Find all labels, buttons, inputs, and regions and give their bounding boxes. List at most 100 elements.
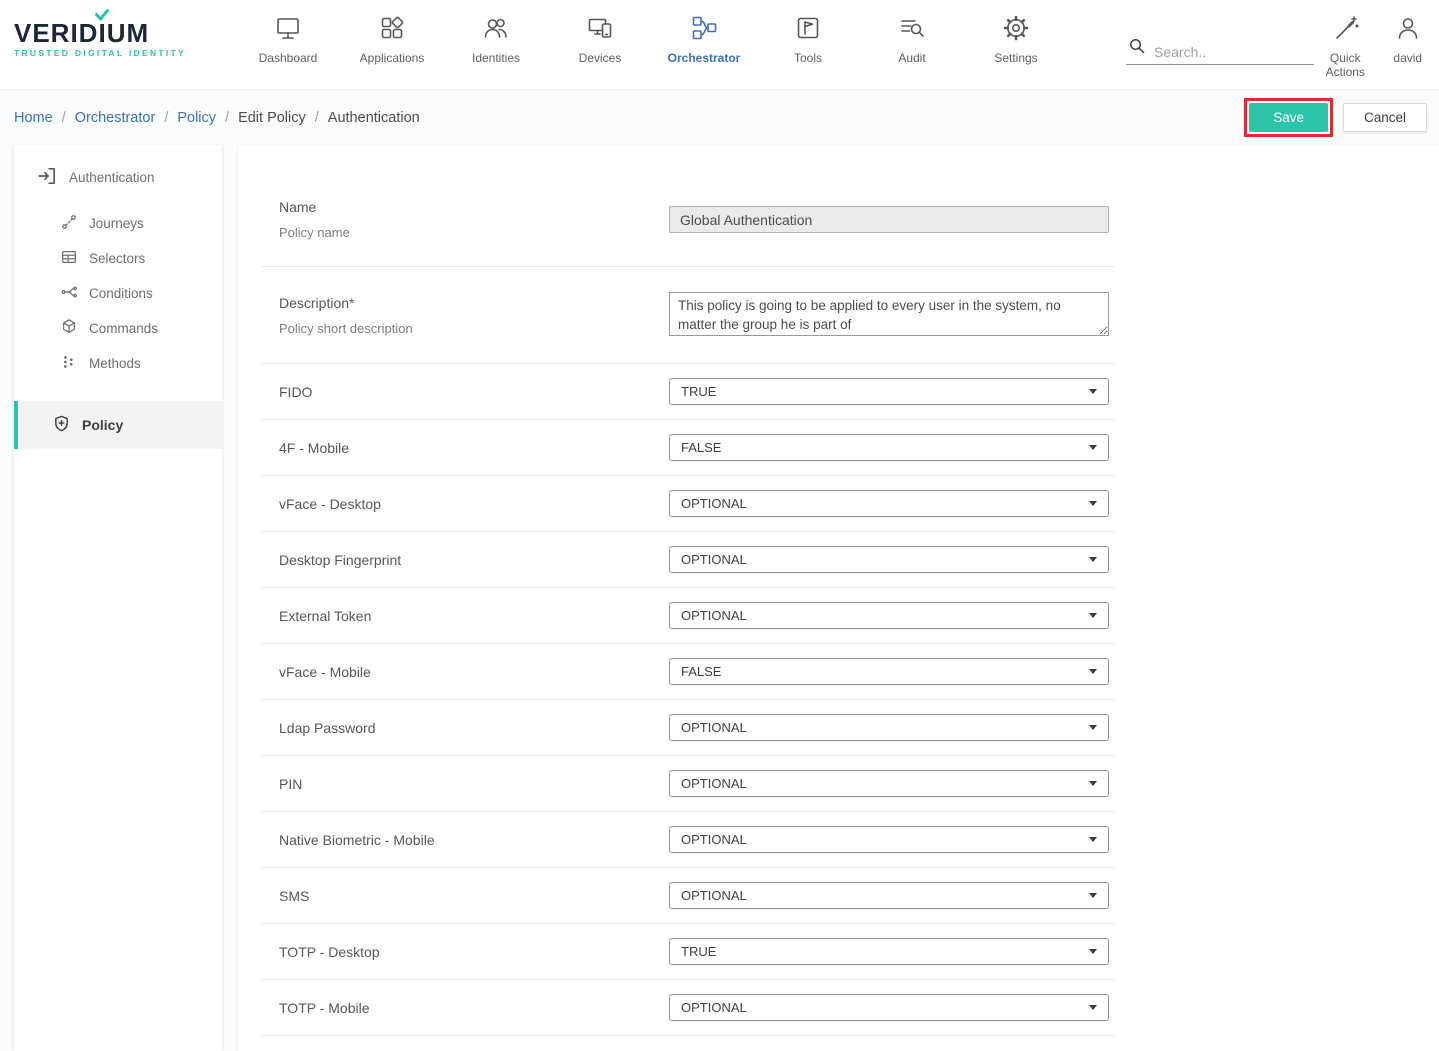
form-row: TOTP - Desktop TRUE (262, 924, 1114, 980)
devices-icon (585, 30, 615, 46)
sidebar-section-authentication[interactable]: Authentication (14, 151, 222, 206)
field-label: TOTP - Desktop (279, 944, 669, 960)
field-label: 4F - Mobile (279, 440, 669, 456)
form-row: PIN OPTIONAL (262, 756, 1114, 812)
sidebar-item-journeys[interactable]: Journeys (14, 206, 222, 241)
nav-item-settings[interactable]: Settings (964, 0, 1068, 89)
sidebar-section-label: Authentication (69, 170, 155, 185)
dropdown-value: TRUE (681, 384, 716, 399)
field-label: External Token (279, 608, 669, 624)
breadcrumb-orchestrator[interactable]: Orchestrator (75, 110, 156, 126)
nav-label: Devices (548, 51, 652, 65)
nav-item-dashboard[interactable]: Dashboard (236, 0, 340, 89)
quick-actions-button[interactable]: Quick Actions (1314, 0, 1377, 89)
brand-tagline: TRUSTED DIGITAL IDENTITY (14, 48, 198, 58)
sidebar-item-policy[interactable]: Policy (14, 401, 222, 449)
policy-name-input[interactable] (669, 206, 1109, 233)
form-row: External Token OPTIONAL (262, 588, 1114, 644)
user-menu[interactable]: david (1377, 0, 1439, 89)
field-label: Ldap Password (279, 720, 669, 736)
magic-wand-icon (1330, 30, 1360, 46)
chevron-down-icon (1089, 1005, 1097, 1010)
dropdown-select[interactable]: OPTIONAL (669, 770, 1109, 797)
dropdown-select[interactable]: OPTIONAL (669, 882, 1109, 909)
breadcrumb-separator: / (62, 110, 66, 126)
field-label: Desktop Fingerprint (279, 552, 669, 568)
breadcrumb: Home / Orchestrator / Policy / Edit Poli… (14, 110, 420, 126)
save-button[interactable]: Save (1249, 103, 1328, 132)
user-label: david (1377, 51, 1439, 65)
nav-label: Dashboard (236, 51, 340, 65)
sidebar-item-selectors[interactable]: Selectors (14, 241, 222, 276)
nav-item-devices[interactable]: Devices (548, 0, 652, 89)
sidebar-item-label: Methods (89, 356, 141, 371)
field-label: vFace - Mobile (279, 664, 669, 680)
dropdown-value: TRUE (681, 944, 716, 959)
dropdown-value: OPTIONAL (681, 1000, 747, 1015)
sidebar-item-label: Policy (82, 417, 123, 433)
breadcrumb-separator: / (164, 110, 168, 126)
dropdown-select[interactable]: OPTIONAL (669, 602, 1109, 629)
chevron-down-icon (1089, 501, 1097, 506)
nav-label: Tools (756, 51, 860, 65)
field-label: vFace - Desktop (279, 496, 669, 512)
chevron-down-icon (1089, 893, 1097, 898)
form-row: Ldap Password OPTIONAL (262, 700, 1114, 756)
nav-label: Applications (340, 51, 444, 65)
orchestrator-icon (689, 30, 719, 46)
sidebar-item-conditions[interactable]: Conditions (14, 276, 222, 311)
breadcrumb-authentication: Authentication (328, 110, 420, 126)
sidebar-item-label: Conditions (89, 286, 153, 301)
field-label: FIDO (279, 384, 669, 400)
dropdown-select[interactable]: OPTIONAL (669, 546, 1109, 573)
breadcrumb-separator: / (315, 110, 319, 126)
policy-description-textarea[interactable]: This policy is going to be applied to ev… (669, 292, 1109, 336)
user-icon (1393, 30, 1423, 46)
dropdown-value: FALSE (681, 664, 721, 679)
sidebar-item-commands[interactable]: Commands (14, 311, 222, 346)
dropdown-select[interactable]: FALSE (669, 434, 1109, 461)
dropdown-select[interactable]: TRUE (669, 938, 1109, 965)
chevron-down-icon (1089, 781, 1097, 786)
dropdown-select[interactable]: OPTIONAL (669, 490, 1109, 517)
dropdown-value: OPTIONAL (681, 496, 747, 511)
top-bar: VERIDIUM TRUSTED DIGITAL IDENTITY Dashbo… (0, 0, 1439, 90)
nav-item-tools[interactable]: Tools (756, 0, 860, 89)
breadcrumb-home[interactable]: Home (14, 110, 53, 126)
chevron-down-icon (1089, 557, 1097, 562)
login-icon (36, 165, 58, 190)
dropdown-select[interactable]: OPTIONAL (669, 826, 1109, 853)
nav-item-orchestrator[interactable]: Orchestrator (652, 0, 756, 89)
name-sublabel: Policy name (279, 225, 669, 240)
check-icon (95, 9, 109, 21)
form-row: SMS OPTIONAL (262, 868, 1114, 924)
form-row: vFace - Mobile FALSE (262, 644, 1114, 700)
description-label: Description* (279, 295, 669, 311)
nav-item-applications[interactable]: Applications (340, 0, 444, 89)
nav-label: Identities (444, 51, 548, 65)
search-icon (1126, 35, 1148, 60)
form-row: FIDO TRUE (262, 364, 1114, 420)
breadcrumb-edit-policy: Edit Policy (238, 110, 306, 126)
settings-icon (1001, 30, 1031, 46)
conditions-icon (60, 283, 78, 304)
breadcrumb-policy[interactable]: Policy (177, 110, 216, 126)
cancel-button[interactable]: Cancel (1343, 103, 1427, 132)
dropdown-select[interactable]: OPTIONAL (669, 714, 1109, 741)
sidebar-item-methods[interactable]: Methods (14, 346, 222, 381)
search-box (1126, 35, 1314, 65)
dropdown-select[interactable]: FALSE (669, 658, 1109, 685)
chevron-down-icon (1089, 837, 1097, 842)
dropdown-value: OPTIONAL (681, 552, 747, 567)
nav-item-identities[interactable]: Identities (444, 0, 548, 89)
dropdown-select[interactable]: OPTIONAL (669, 994, 1109, 1021)
dropdown-select[interactable]: TRUE (669, 378, 1109, 405)
nav-label: Orchestrator (652, 51, 756, 65)
name-label: Name (279, 199, 669, 215)
methods-icon (60, 353, 78, 374)
field-label: TOTP - Mobile (279, 1000, 669, 1016)
search-input[interactable] (1154, 44, 1314, 60)
nav-item-audit[interactable]: Audit (860, 0, 964, 89)
form-row-description: Description* Policy short description Th… (262, 267, 1114, 364)
shield-icon (52, 414, 71, 436)
